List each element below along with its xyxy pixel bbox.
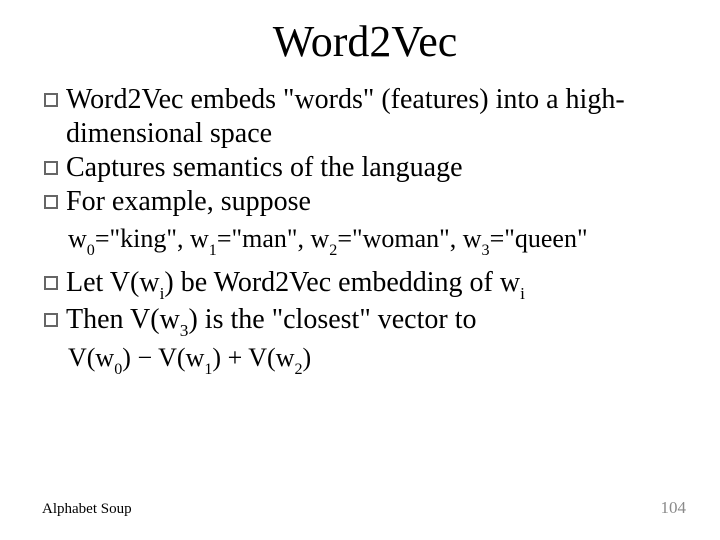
- square-bullet-icon: [44, 313, 58, 327]
- formula-vector: V(w0) − V(w1) + V(w2): [68, 341, 690, 379]
- footer-source: Alphabet Soup: [42, 501, 132, 518]
- formula-text: ="man",: [217, 224, 311, 253]
- text-part: Let V(w: [66, 267, 160, 298]
- bullet-text: Then V(w3) is the "closest" vector to: [66, 303, 477, 340]
- bullet-list: Word2Vec embeds "words" (features) into …: [44, 83, 690, 379]
- formula-text: ) − V(w: [122, 343, 204, 372]
- bullet-item: Let V(wi) be Word2Vec embedding of wi: [44, 266, 690, 303]
- formula-words: w0="king", w1="man", w2="woman", w3="que…: [68, 222, 690, 260]
- bullet-text: Word2Vec embeds "words" (features) into …: [66, 83, 690, 151]
- bullet-item: Word2Vec embeds "words" (features) into …: [44, 83, 690, 151]
- var-w: w: [310, 224, 329, 253]
- square-bullet-icon: [44, 161, 58, 175]
- square-bullet-icon: [44, 93, 58, 107]
- var-w: w: [68, 224, 87, 253]
- formula-text: ="queen": [490, 224, 588, 253]
- formula-text: ) + V(w: [212, 343, 294, 372]
- subscript: 0: [114, 361, 122, 378]
- bullet-text: Captures semantics of the language: [66, 151, 463, 185]
- formula-text: ="king",: [95, 224, 190, 253]
- text-part: ) is the "closest" vector to: [188, 304, 476, 335]
- subscript: i: [520, 284, 525, 303]
- subscript: 1: [209, 242, 217, 259]
- slide-title: Word2Vec: [40, 16, 690, 67]
- subscript: 0: [87, 242, 95, 259]
- square-bullet-icon: [44, 195, 58, 209]
- var-w: w: [190, 224, 209, 253]
- page-number: 104: [661, 498, 687, 518]
- text-part: ) be Word2Vec embedding of w: [164, 267, 520, 298]
- bullet-item: For example, suppose: [44, 185, 690, 219]
- formula-text: ="woman",: [337, 224, 462, 253]
- subscript: i: [160, 284, 165, 303]
- subscript: 2: [294, 361, 302, 378]
- formula-text: ): [303, 343, 312, 372]
- bullet-item: Captures semantics of the language: [44, 151, 690, 185]
- bullet-text: Let V(wi) be Word2Vec embedding of wi: [66, 266, 525, 303]
- text-part: Then V(w: [66, 304, 180, 335]
- square-bullet-icon: [44, 276, 58, 290]
- bullet-text: For example, suppose: [66, 185, 311, 219]
- subscript: 3: [180, 321, 189, 340]
- formula-text: V(w: [68, 343, 114, 372]
- subscript: 3: [482, 242, 490, 259]
- var-w: w: [463, 224, 482, 253]
- slide: Word2Vec Word2Vec embeds "words" (featur…: [0, 0, 720, 540]
- bullet-item: Then V(w3) is the "closest" vector to: [44, 303, 690, 340]
- subscript: 2: [329, 242, 337, 259]
- subscript: 1: [204, 361, 212, 378]
